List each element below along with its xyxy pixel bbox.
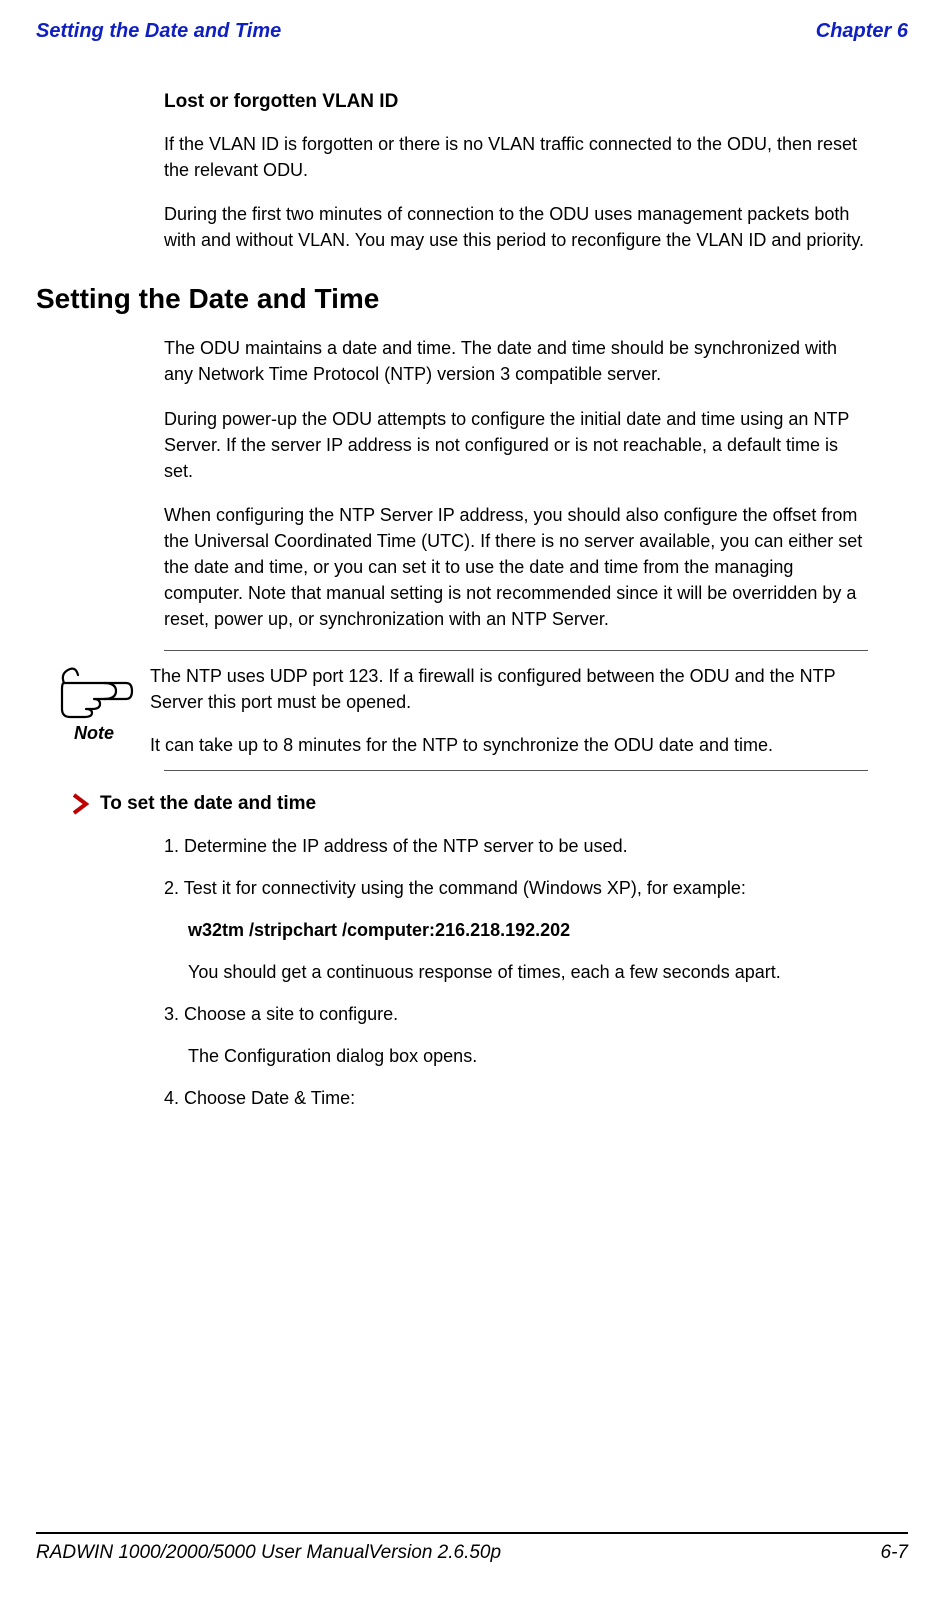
note-paragraph: It can take up to 8 minutes for the NTP … bbox=[150, 732, 868, 758]
step: 4. Choose Date & Time: bbox=[164, 1085, 868, 1111]
running-head-left: Setting the Date and Time bbox=[36, 20, 281, 43]
body-content: Lost or forgotten VLAN ID If the VLAN ID… bbox=[36, 91, 908, 253]
paragraph: If the VLAN ID is forgotten or there is … bbox=[164, 131, 868, 183]
step: 1. Determine the IP address of the NTP s… bbox=[164, 833, 868, 859]
note-body: The NTP uses UDP port 123. If a firewall… bbox=[150, 663, 868, 757]
page-header: Setting the Date and Time Chapter 6 bbox=[36, 20, 908, 43]
page-footer: RADWIN 1000/2000/5000 User ManualVersion… bbox=[36, 1532, 908, 1564]
note-icon-column: Note bbox=[36, 663, 132, 744]
step: 2. Test it for connectivity using the co… bbox=[164, 875, 868, 901]
chevron-right-icon bbox=[72, 793, 96, 815]
paragraph: During power-up the ODU attempts to conf… bbox=[164, 406, 868, 484]
paragraph: When configuring the NTP Server IP addre… bbox=[164, 502, 868, 632]
note-paragraph: The NTP uses UDP port 123. If a firewall… bbox=[150, 663, 868, 715]
step-command: w32tm /stripchart /computer:216.218.192.… bbox=[188, 917, 868, 943]
footer-left: RADWIN 1000/2000/5000 User ManualVersion… bbox=[36, 1542, 501, 1564]
subheading-lost-vlan: Lost or forgotten VLAN ID bbox=[164, 91, 868, 113]
step-result: The Configuration dialog box opens. bbox=[188, 1043, 868, 1069]
running-head-right: Chapter 6 bbox=[816, 20, 908, 43]
paragraph: The ODU maintains a date and time. The d… bbox=[164, 335, 868, 387]
note-label: Note bbox=[56, 723, 132, 744]
pointing-hand-icon bbox=[56, 663, 134, 719]
heading-setting-date-time: Setting the Date and Time bbox=[36, 283, 908, 315]
step-result: You should get a continuous response of … bbox=[188, 959, 868, 985]
procedure-heading: To set the date and time bbox=[36, 793, 868, 815]
procedure-title: To set the date and time bbox=[100, 793, 316, 815]
footer-right: 6-7 bbox=[881, 1542, 908, 1564]
body-content: The ODU maintains a date and time. The d… bbox=[36, 335, 908, 1111]
step: 3. Choose a site to configure. bbox=[164, 1001, 868, 1027]
note-block: Note The NTP uses UDP port 123. If a fir… bbox=[164, 650, 868, 770]
paragraph: During the first two minutes of connecti… bbox=[164, 201, 868, 253]
